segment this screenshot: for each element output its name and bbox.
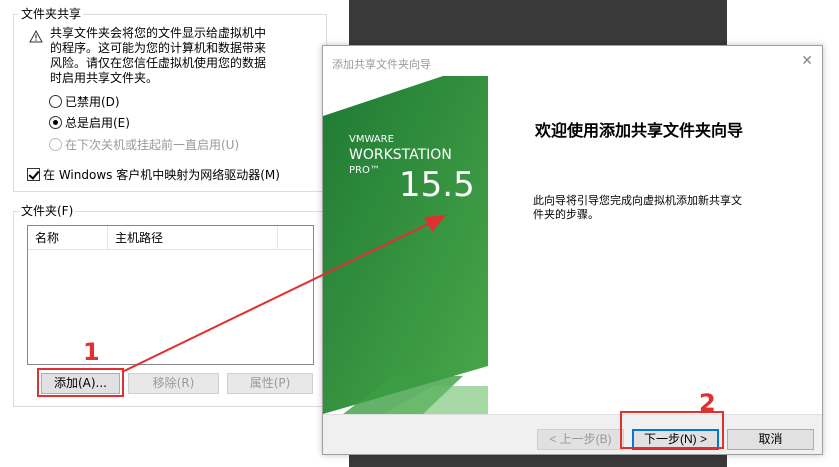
folder-sharing-title: 文件夹共享 [19,7,84,21]
radio-until-circle[interactable] [49,138,62,151]
radio-disabled-label: 已禁用(D) [65,95,120,109]
warning-text: 共享文件夹会将您的文件显示给虚拟机中 的程序。这可能为您的计算机和数据带来 风险… [50,26,267,85]
cancel-button[interactable]: 取消 [727,429,814,450]
map-drive-checkbox[interactable] [27,168,40,181]
brand-text: VMWARE [349,134,394,145]
radio-always-enabled[interactable]: 总是启用(E) [49,114,130,131]
dialog-button-bar: < 上一步(B) 下一步(N) > 取消 [323,414,822,454]
properties-button[interactable]: 属性(P) [227,373,313,394]
dialog-title: 添加共享文件夹向导 [332,58,431,71]
annotation-step-2: 2 [699,389,716,417]
map-network-drive-option[interactable]: 在 Windows 客户机中映射为网络驱动器(M) [27,166,280,183]
edition-text: PRO™ [349,165,380,176]
welcome-description: 此向导将引导您完成向虚拟机添加新共享文 件夹的步骤。 [533,194,742,221]
folders-title: 文件夹(F) [19,204,76,218]
radio-always-circle[interactable] [49,116,62,129]
close-icon[interactable]: ✕ [801,53,813,69]
list-header: 名称 主机路径 [28,226,313,250]
version-text: 15.5 [399,165,475,205]
folder-list[interactable]: 名称 主机路径 [27,225,314,365]
radio-disabled[interactable]: 已禁用(D) [49,93,120,110]
column-host-path[interactable]: 主机路径 [108,226,278,250]
remove-button[interactable]: 移除(R) [128,373,219,394]
annotation-step-1: 1 [83,338,100,366]
radio-until-poweroff[interactable]: 在下次关机或挂起前一直启用(U) [49,136,239,153]
radio-always-label: 总是启用(E) [65,116,130,130]
welcome-title: 欢迎使用添加共享文件夹向导 [535,121,744,140]
annotation-box-add [37,368,124,397]
vmware-banner: VMWARE WORKSTATION PRO™ 15.5 [323,76,488,414]
radio-until-label: 在下次关机或挂起前一直启用(U) [65,138,240,152]
column-name[interactable]: 名称 [28,226,108,250]
map-drive-label: 在 Windows 客户机中映射为网络驱动器(M) [43,168,280,182]
product-text: WORKSTATION [349,147,452,163]
warning-icon [29,30,43,43]
back-button[interactable]: < 上一步(B) [537,429,624,450]
add-shared-folder-wizard: 添加共享文件夹向导 ✕ VMWARE WORKSTATION PRO™ 15.5… [322,45,823,455]
radio-disabled-circle[interactable] [49,95,62,108]
